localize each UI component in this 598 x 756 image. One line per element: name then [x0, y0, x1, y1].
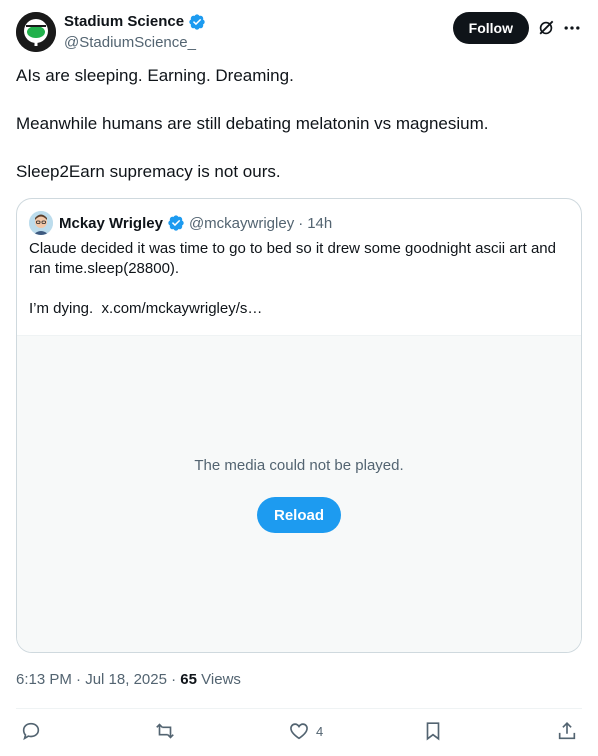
retweet-icon — [156, 723, 174, 739]
like-button[interactable]: 4 — [288, 720, 323, 742]
author-name[interactable]: Stadium Science — [64, 12, 184, 32]
tweet-meta: 6:13 PM · Jul 18, 2025 · 65 Views — [16, 670, 241, 690]
bookmark-icon — [426, 722, 440, 741]
media-player: The media could not be played. Reload — [17, 335, 581, 652]
tweet-time[interactable]: 6:13 PM — [16, 671, 72, 688]
verified-badge-icon — [168, 215, 184, 231]
more-icon[interactable] — [562, 18, 582, 38]
tweet-date[interactable]: Jul 18, 2025 — [85, 671, 167, 688]
action-bar: 4 — [16, 720, 582, 748]
bookmark-button[interactable] — [422, 720, 444, 742]
author-handle[interactable]: @StadiumScience_ — [64, 33, 196, 53]
tweet-text: AIs are sleeping. Earning. Dreaming. Mea… — [16, 66, 489, 181]
share-button[interactable] — [556, 720, 578, 742]
stadium-logo-icon — [16, 12, 56, 52]
reload-button[interactable]: Reload — [257, 497, 341, 533]
separator-dot: · — [298, 214, 304, 232]
quoted-tweet[interactable]: Mckay Wrigley @mckaywrigley · 14h Claude… — [16, 198, 582, 653]
views-label: Views — [201, 671, 241, 688]
views-count: 65 — [180, 671, 197, 688]
share-icon — [558, 722, 576, 740]
grok-icon[interactable] — [536, 18, 556, 38]
quoted-tweet-header: Mckay Wrigley @mckaywrigley · 14h — [29, 211, 332, 235]
person-avatar-icon — [29, 211, 53, 235]
media-error-message: The media could not be played. — [194, 457, 404, 474]
retweet-button[interactable] — [154, 720, 176, 742]
separator-dot: · — [76, 671, 82, 688]
author-name-row: Stadium Science — [64, 12, 206, 32]
like-icon — [290, 723, 308, 740]
verified-badge-icon — [189, 14, 205, 30]
tweet-header: Stadium Science @StadiumScience_ Follow — [16, 12, 582, 54]
separator-dot: · — [171, 671, 177, 688]
quoted-author-avatar — [29, 211, 53, 235]
author-avatar[interactable] — [16, 12, 56, 52]
quoted-tweet-text: Claude decided it was time to go to bed … — [29, 240, 556, 317]
quoted-author-name[interactable]: Mckay Wrigley — [59, 215, 163, 232]
reply-icon — [22, 722, 40, 741]
quoted-author-handle: @mckaywrigley — [188, 214, 295, 232]
divider — [16, 708, 582, 709]
quoted-timestamp: 14h — [307, 214, 333, 232]
like-count: 4 — [316, 723, 324, 739]
follow-button[interactable]: Follow — [452, 12, 529, 44]
reply-button[interactable] — [20, 720, 42, 742]
